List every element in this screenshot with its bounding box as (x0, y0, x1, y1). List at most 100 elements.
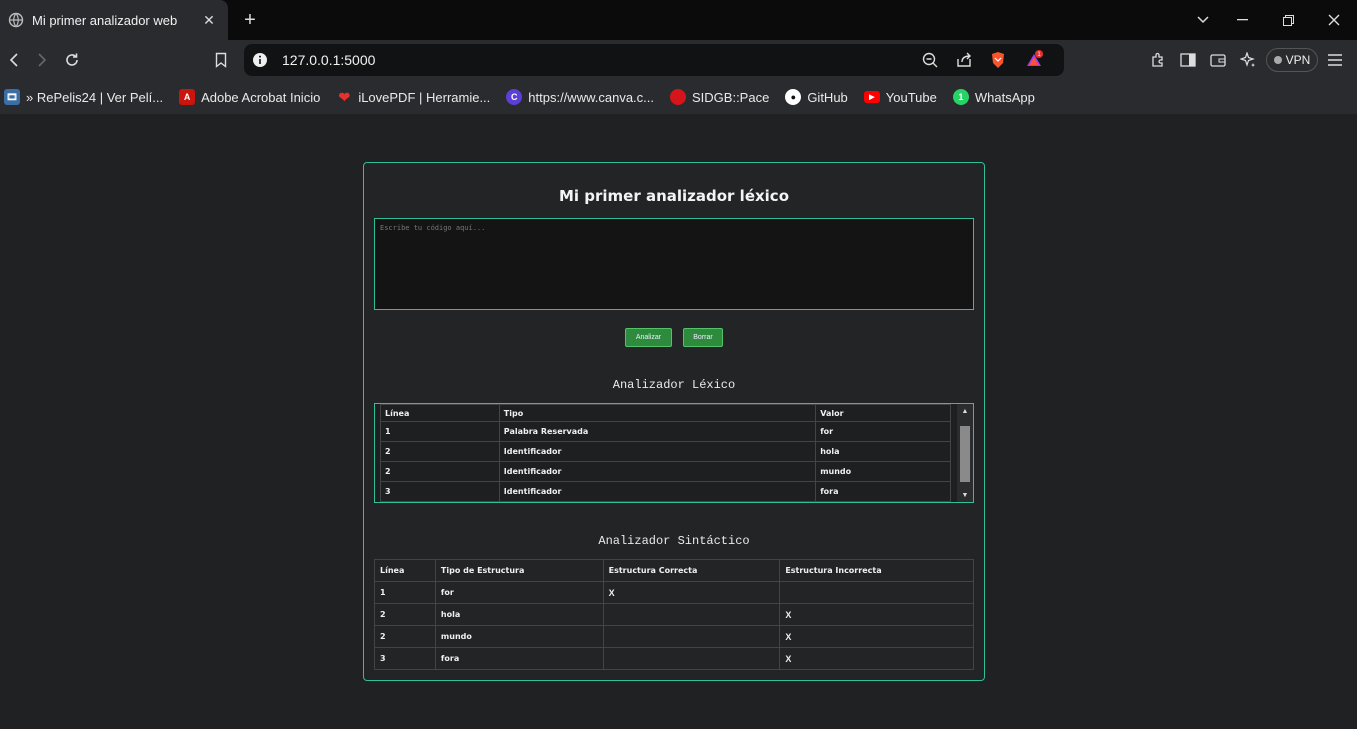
bookmark-whatsapp[interactable]: 1 WhatsApp (952, 89, 1035, 105)
scroll-thumb[interactable] (960, 426, 970, 482)
lexical-table: Línea Tipo Valor 1 Palabra Reservada for… (380, 404, 951, 502)
canva-icon: C (506, 89, 523, 105)
wallet-icon[interactable] (1208, 50, 1228, 70)
sidebar-icon[interactable] (1178, 50, 1198, 70)
table-cell: Palabra Reservada (498, 421, 817, 442)
table-cell: 1 (374, 581, 436, 604)
table-row: 2 Identificador hola (380, 441, 951, 462)
correct-mark (602, 647, 781, 670)
back-icon[interactable] (2, 48, 26, 72)
new-tab-icon[interactable]: + (240, 9, 260, 31)
github-icon: ● (785, 89, 802, 105)
table-cell: mundo (815, 461, 951, 482)
table-header-row: Línea Tipo Valor (380, 404, 951, 422)
acrobat-icon: A (179, 89, 196, 105)
close-window-icon[interactable] (1311, 0, 1357, 40)
column-header: Tipo (498, 404, 817, 422)
table-row: 2 Identificador mundo (380, 461, 951, 482)
brave-shields-icon[interactable] (988, 50, 1008, 70)
clear-button[interactable]: Borrar (683, 328, 723, 347)
bookmark-label: iLovePDF | Herramie... (358, 89, 491, 105)
address-bar[interactable]: 127.0.0.1:5000 1 (244, 44, 1064, 76)
correct-mark (602, 603, 781, 626)
bookmark-repelis24[interactable]: 🎞 » RePelis24 | Ver Pelí... (4, 89, 163, 105)
table-row: 1 Palabra Reservada for (380, 421, 951, 442)
table-cell: 1 (380, 421, 500, 442)
bookmark-ilovepdf[interactable]: ❤ iLovePDF | Herramie... (336, 89, 490, 105)
bookmark-label: WhatsApp (974, 89, 1035, 105)
heart-icon: ❤ (338, 88, 351, 105)
table-cell: Identificador (498, 461, 817, 482)
table-cell: 2 (374, 603, 436, 626)
lexical-scrollbar[interactable]: ▲ ▼ (957, 404, 973, 502)
page-content: Mi primer analizador léxico Analizar Bor… (0, 114, 1357, 729)
bookmark-canva[interactable]: C https://www.canva.c... (506, 89, 654, 105)
table-cell: 3 (380, 481, 500, 502)
page-title: Mi primer analizador léxico (558, 187, 790, 205)
sidgb-icon (670, 89, 686, 105)
site-info-icon[interactable] (250, 50, 270, 70)
browser-tab[interactable]: Mi primer analizador web ✕ (0, 0, 228, 40)
column-header: Línea (380, 404, 500, 422)
table-cell: Identificador (498, 441, 817, 462)
syntactic-table: Línea Tipo de Estructura Estructura Corr… (374, 559, 974, 670)
reload-icon[interactable] (60, 48, 84, 72)
column-header: Estructura Incorrecta (779, 559, 974, 582)
extensions-icon[interactable] (1148, 50, 1168, 70)
bookmark-youtube[interactable]: ▶ YouTube (863, 89, 937, 105)
table-row: 3 Identificador fora (380, 481, 951, 502)
table-row: 1 for X (374, 581, 974, 604)
restore-icon[interactable] (1265, 0, 1311, 40)
incorrect-mark: X (779, 603, 974, 626)
scroll-down-icon[interactable]: ▼ (957, 488, 973, 502)
menu-icon[interactable] (1325, 50, 1345, 70)
table-cell: mundo (434, 625, 604, 648)
film-icon: 🎞 (4, 89, 20, 105)
table-cell: fora (434, 647, 604, 670)
bookmark-label: YouTube (885, 89, 937, 105)
bookmark-github[interactable]: ● GitHub (785, 89, 848, 105)
table-cell: 2 (380, 461, 500, 482)
table-cell: fora (815, 481, 951, 502)
table-cell: hola (815, 441, 951, 462)
incorrect-mark: X (779, 625, 974, 648)
zoom-icon[interactable] (920, 50, 940, 70)
table-cell: 2 (380, 441, 500, 462)
table-cell: 2 (374, 625, 436, 648)
vpn-label: VPN (1285, 53, 1311, 67)
brave-rewards-icon[interactable]: 1 (1024, 50, 1044, 70)
incorrect-mark (779, 581, 974, 604)
table-cell: Identificador (498, 481, 817, 502)
table-cell: for (815, 421, 951, 442)
table-row: 3 fora X (374, 647, 974, 670)
column-header: Estructura Correcta (602, 559, 781, 582)
scroll-up-icon[interactable]: ▲ (957, 404, 973, 418)
youtube-icon: ▶ (863, 91, 880, 103)
column-header: Línea (374, 559, 436, 582)
vpn-status-icon (1273, 56, 1282, 64)
globe-icon (8, 12, 24, 28)
vpn-button[interactable]: VPN (1266, 48, 1318, 72)
share-icon[interactable] (954, 50, 974, 70)
close-tab-icon[interactable]: ✕ (200, 11, 218, 29)
bookmark-label: SIDGB::Pace (692, 89, 770, 105)
table-row: 2 hola X (374, 603, 974, 626)
minimize-icon[interactable] (1219, 0, 1265, 40)
analyze-button[interactable]: Analizar (625, 328, 672, 347)
table-cell: hola (434, 603, 604, 626)
forward-icon[interactable] (30, 48, 54, 72)
correct-mark: X (602, 581, 781, 604)
lexical-table-container[interactable]: Línea Tipo Valor 1 Palabra Reservada for… (374, 403, 974, 503)
bookmark-label: https://www.canva.c... (528, 89, 654, 105)
column-header: Tipo de Estructura (434, 559, 604, 582)
code-input[interactable] (374, 218, 974, 310)
analyzer-card: Mi primer analizador léxico Analizar Bor… (363, 162, 985, 681)
bookmark-icon[interactable] (209, 48, 233, 72)
leo-ai-icon[interactable] (1238, 50, 1258, 70)
bookmark-sidgb-pace[interactable]: SIDGB::Pace (670, 89, 769, 105)
bookmark-label: GitHub (807, 89, 848, 105)
bookmark-label: Adobe Acrobat Inicio (201, 89, 321, 105)
bookmark-adobe-acrobat[interactable]: A Adobe Acrobat Inicio (179, 89, 320, 105)
bookmarks-bar: 🎞 » RePelis24 | Ver Pelí... A Adobe Acro… (0, 80, 1357, 114)
column-header: Valor (815, 404, 951, 422)
